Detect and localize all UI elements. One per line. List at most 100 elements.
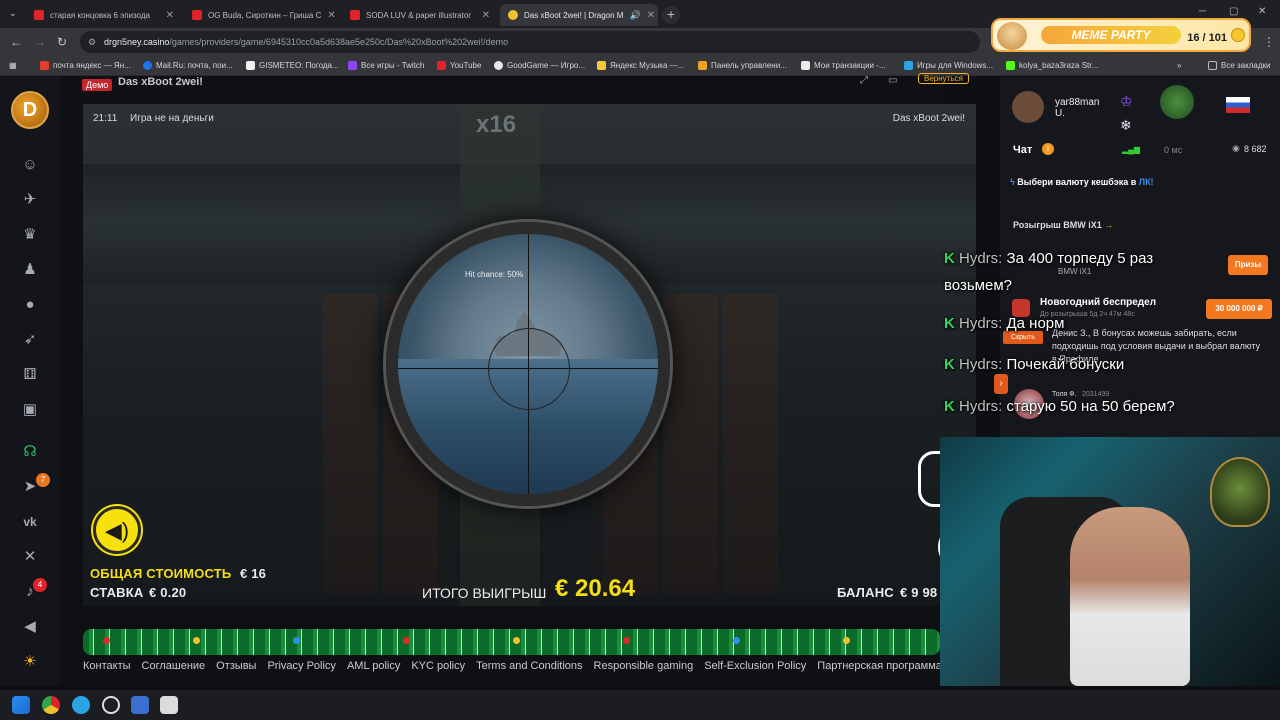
back-button[interactable]: Вернуться (918, 73, 969, 84)
footer-link-kyc[interactable]: KYC policy (411, 660, 465, 676)
taskbar (0, 690, 1280, 720)
footer-link-partner[interactable]: Партнерская программа (817, 660, 942, 676)
webcam-feed (940, 437, 1280, 686)
message-user-id: 2031499 (1082, 391, 1110, 398)
russia-flag-icon[interactable] (1226, 97, 1250, 113)
overlay-chat-text: возьмем? (944, 277, 1012, 294)
bookmark-item[interactable]: почта яндекс — Ян... (40, 61, 131, 70)
bookmark-item[interactable]: kolya_baza3raza Str... (1006, 61, 1098, 70)
bookmark-item[interactable]: Мои транзакции -... (801, 61, 886, 70)
close-tab-icon[interactable]: ✕ (482, 10, 490, 21)
footer-link-self-exclusion[interactable]: Self-Exclusion Policy (704, 660, 806, 676)
footer-link-reviews[interactable]: Отзывы (216, 660, 256, 676)
close-tab-icon[interactable]: ✕ (647, 10, 655, 21)
smile-icon[interactable]: ☺ (20, 155, 40, 175)
site-main: Демо Das xBoot 2wei! ⤢ ▭ Вернуться x16 2… (60, 73, 976, 686)
back-icon[interactable]: ← (10, 35, 22, 49)
support-icon[interactable]: ☊ (20, 442, 40, 462)
raffle-prize-name: BMW iX1 (1058, 267, 1092, 276)
bookmark-item[interactable]: Панель управлени... (698, 61, 787, 70)
sun-icon[interactable]: ☀ (20, 652, 40, 672)
demo-tag: Демо (82, 79, 113, 91)
footer-link-agreement[interactable]: Соглашение (142, 660, 206, 676)
youtube-icon (34, 10, 44, 20)
bookmark-item[interactable]: YouTube (437, 61, 481, 70)
calculator-icon[interactable] (160, 696, 178, 714)
info-icon[interactable]: i (1042, 143, 1054, 155)
browser-tab-3[interactable]: SODA LUV & paper illustrator ✕ (342, 4, 498, 26)
clock: 21:11 (93, 113, 118, 124)
new-tab-button[interactable]: + (662, 6, 680, 24)
vk-icon[interactable]: vk (20, 512, 40, 532)
bookmark-item[interactable]: Яндекс Музыка —... (597, 61, 684, 70)
game-canvas[interactable]: x16 21:11 Игра не на деньги Das xBoot 2w… (83, 104, 976, 606)
close-window-icon[interactable]: ✕ (1258, 6, 1266, 17)
footer-link-privacy[interactable]: Privacy Policy (267, 660, 335, 676)
reel-column (723, 294, 778, 594)
bomb-icon[interactable]: ● (20, 295, 40, 315)
telegram-app-icon[interactable] (72, 696, 90, 714)
periscope-view: Hit chance: 50% (386, 222, 670, 506)
bookmark-label: почта яндекс — Ян... (53, 61, 131, 70)
site-info-icon[interactable]: ⚙ (88, 31, 96, 53)
maximize-icon[interactable]: ▢ (1229, 6, 1238, 17)
sound-toggle-icon[interactable]: ◀) (93, 506, 141, 554)
raffle-link[interactable]: Розыгрыш BMW iX1 → (1013, 220, 1280, 230)
dragon-logo-icon[interactable]: D (11, 91, 49, 129)
forward-icon[interactable]: → (34, 35, 46, 49)
url-input[interactable]: ⚙ drgn5ney.casino/games/providers/game/6… (80, 31, 980, 53)
telegram-badge: 7 (36, 473, 50, 487)
multiplier-symbol: x16 (476, 111, 517, 138)
dragon-icon (508, 10, 518, 20)
obs-icon[interactable] (102, 696, 120, 714)
rocket-icon[interactable]: ✈ (20, 190, 40, 210)
fullscreen-icon[interactable]: ⤢ (860, 75, 868, 86)
more-bookmarks-icon[interactable]: » (1177, 61, 1181, 70)
minimize-icon[interactable]: ─ (1199, 6, 1206, 17)
url-path: /games/providers/game/6945310cc0a5d638ae… (169, 37, 509, 47)
hide-button[interactable]: Скрыть (1003, 331, 1043, 344)
footer-link-terms[interactable]: Terms and Conditions (476, 660, 582, 676)
avatar[interactable] (1012, 91, 1044, 123)
tab-list-chevron-icon[interactable]: ⌄ (9, 8, 17, 19)
bookmark-item[interactable]: Игры для Windows... (904, 61, 993, 70)
bookmark-item[interactable]: GoodGame — Игро... (494, 61, 585, 70)
footer-link-responsible[interactable]: Responsible gaming (594, 660, 694, 676)
all-bookmarks[interactable]: Все закладки (1208, 61, 1270, 70)
dice-icon[interactable]: ⚅ (20, 365, 40, 385)
reload-icon[interactable]: ↻ (57, 35, 67, 49)
chrome-icon[interactable] (42, 696, 60, 714)
gift-icon[interactable]: ▣ (20, 400, 40, 420)
bookmark-label: Яндекс Музыка —... (610, 61, 685, 70)
x-twitter-icon[interactable]: ✕ (20, 547, 40, 567)
footer-link-contacts[interactable]: Контакты (83, 660, 131, 676)
rocket-launch-icon[interactable]: ➶ (20, 330, 40, 350)
bookmark-item[interactable]: Mail.Ru: почта, пои... (143, 61, 233, 70)
new-year-amount[interactable]: 30 000 000 ₽ (1206, 299, 1272, 319)
save-app-icon[interactable] (131, 696, 149, 714)
panel-expand-button[interactable]: › (994, 374, 1008, 394)
bookmark-label: Mail.Ru: почта, пои... (156, 61, 233, 70)
browser-tab-active[interactable]: Das xBoot 2wei! | Dragon M 🔊 ✕ (500, 4, 658, 26)
volume-icon[interactable]: ◀ (20, 617, 40, 637)
prizes-button[interactable]: Призы (1228, 255, 1268, 275)
streamer (1070, 507, 1190, 686)
footer-link-aml[interactable]: AML policy (347, 660, 400, 676)
close-tab-icon[interactable]: ✕ (327, 10, 335, 21)
total-win-value: € 20.64 (555, 575, 636, 602)
trophy-icon[interactable]: ♛ (20, 225, 40, 245)
close-tab-icon[interactable]: ✕ (166, 10, 174, 21)
cashback-link[interactable]: ЛК! (1139, 177, 1154, 187)
audio-playing-icon[interactable]: 🔊 (629, 10, 640, 21)
viewers-icon: ◉ (1232, 143, 1240, 153)
browser-menu-icon[interactable]: ⋮ (1263, 35, 1275, 49)
bookmark-item[interactable]: GISMETEO: Погода... (246, 61, 339, 70)
browser-tab-2[interactable]: OG Buda, Сироткин – Гриша С ✕ (184, 4, 340, 26)
browser-tab-1[interactable]: старая концовка 6 эпизода ✕ (26, 4, 182, 26)
user-icon[interactable]: ♟ (20, 260, 40, 280)
windows-start-icon[interactable] (12, 696, 30, 714)
apps-grid-icon[interactable]: ▦ (9, 61, 17, 70)
cashback-notice: ϟ Выбери валюту кешбэка в ЛК! (1010, 177, 1278, 187)
window-icon[interactable]: ▭ (888, 75, 897, 86)
bookmark-item[interactable]: Все игры - Twitch (348, 61, 424, 70)
